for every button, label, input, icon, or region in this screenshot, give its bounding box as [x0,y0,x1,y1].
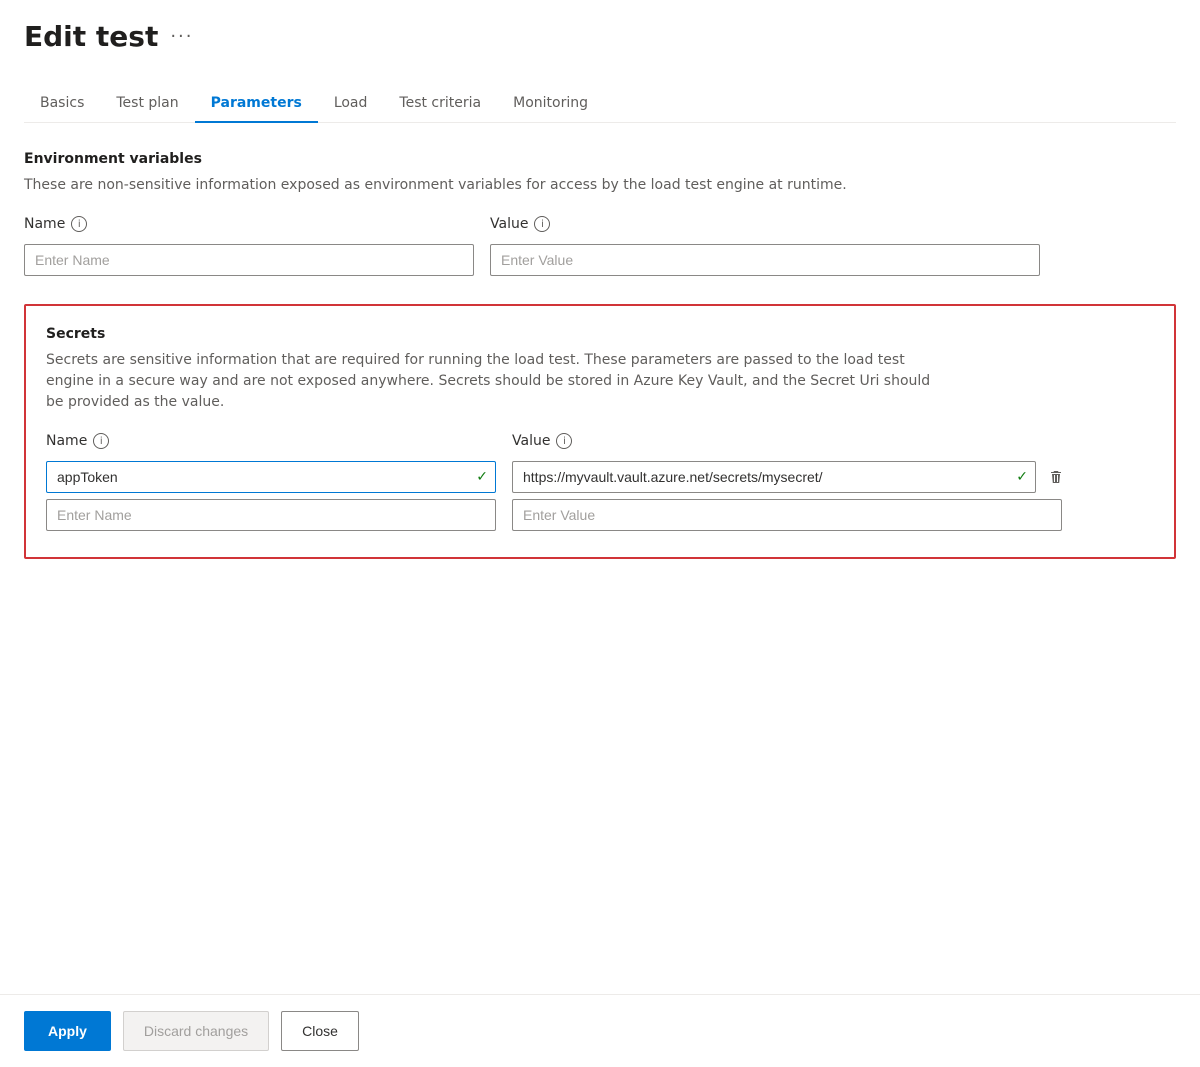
env-name-label: Name i [24,216,474,232]
secrets-description: Secrets are sensitive information that a… [46,350,946,413]
env-name-input[interactable] [24,244,474,276]
env-value-label: Value i [490,216,1040,232]
discard-changes-button: Discard changes [123,1011,269,1051]
tabs-container: Basics Test plan Parameters Load Test cr… [24,85,1176,123]
env-variables-title: Environment variables [24,151,1176,167]
page-title: Edit test [24,20,158,53]
secrets-title: Secrets [46,326,1154,342]
secrets-value-input-1[interactable] [512,461,1036,493]
tab-monitoring[interactable]: Monitoring [497,85,604,123]
env-variables-labels: Name i Value i [24,216,1176,238]
env-variables-description: These are non-sensitive information expo… [24,175,924,196]
secrets-name-wrapper: ✓ [46,461,496,493]
env-variables-section: Environment variables These are non-sens… [24,151,1176,276]
tab-parameters[interactable]: Parameters [195,85,318,123]
tab-load[interactable]: Load [318,85,384,123]
page-header: Edit test ··· [24,20,1176,53]
secrets-name-check-icon: ✓ [476,469,488,485]
env-name-info-icon[interactable]: i [71,216,87,232]
footer: Apply Discard changes Close [0,994,1200,1067]
secrets-labels: Name i Value i [46,433,1154,455]
tab-basics[interactable]: Basics [24,85,100,123]
secrets-name-input-2[interactable] [46,499,496,531]
secrets-section: Secrets Secrets are sensitive informatio… [24,304,1176,559]
secrets-value-label: Value i [512,433,1062,449]
trash-icon [1048,469,1064,485]
secrets-name-input-1[interactable] [46,461,496,493]
env-value-info-icon[interactable]: i [534,216,550,232]
secrets-value-info-icon[interactable]: i [556,433,572,449]
secrets-row-2 [46,499,1154,531]
secrets-value-check-icon: ✓ [1016,469,1028,485]
tab-test-criteria[interactable]: Test criteria [383,85,497,123]
secrets-name-info-icon[interactable]: i [93,433,109,449]
env-variables-input-row [24,244,1176,276]
more-options-icon[interactable]: ··· [170,26,193,47]
close-button[interactable]: Close [281,1011,359,1051]
env-value-input[interactable] [490,244,1040,276]
secrets-value-input-2[interactable] [512,499,1062,531]
secrets-value-wrapper: ✓ [512,461,1036,493]
secrets-row-1: ✓ ✓ [46,461,1154,493]
secrets-delete-button-1[interactable] [1040,461,1072,493]
secrets-name-label: Name i [46,433,496,449]
tab-test-plan[interactable]: Test plan [100,85,194,123]
apply-button[interactable]: Apply [24,1011,111,1051]
